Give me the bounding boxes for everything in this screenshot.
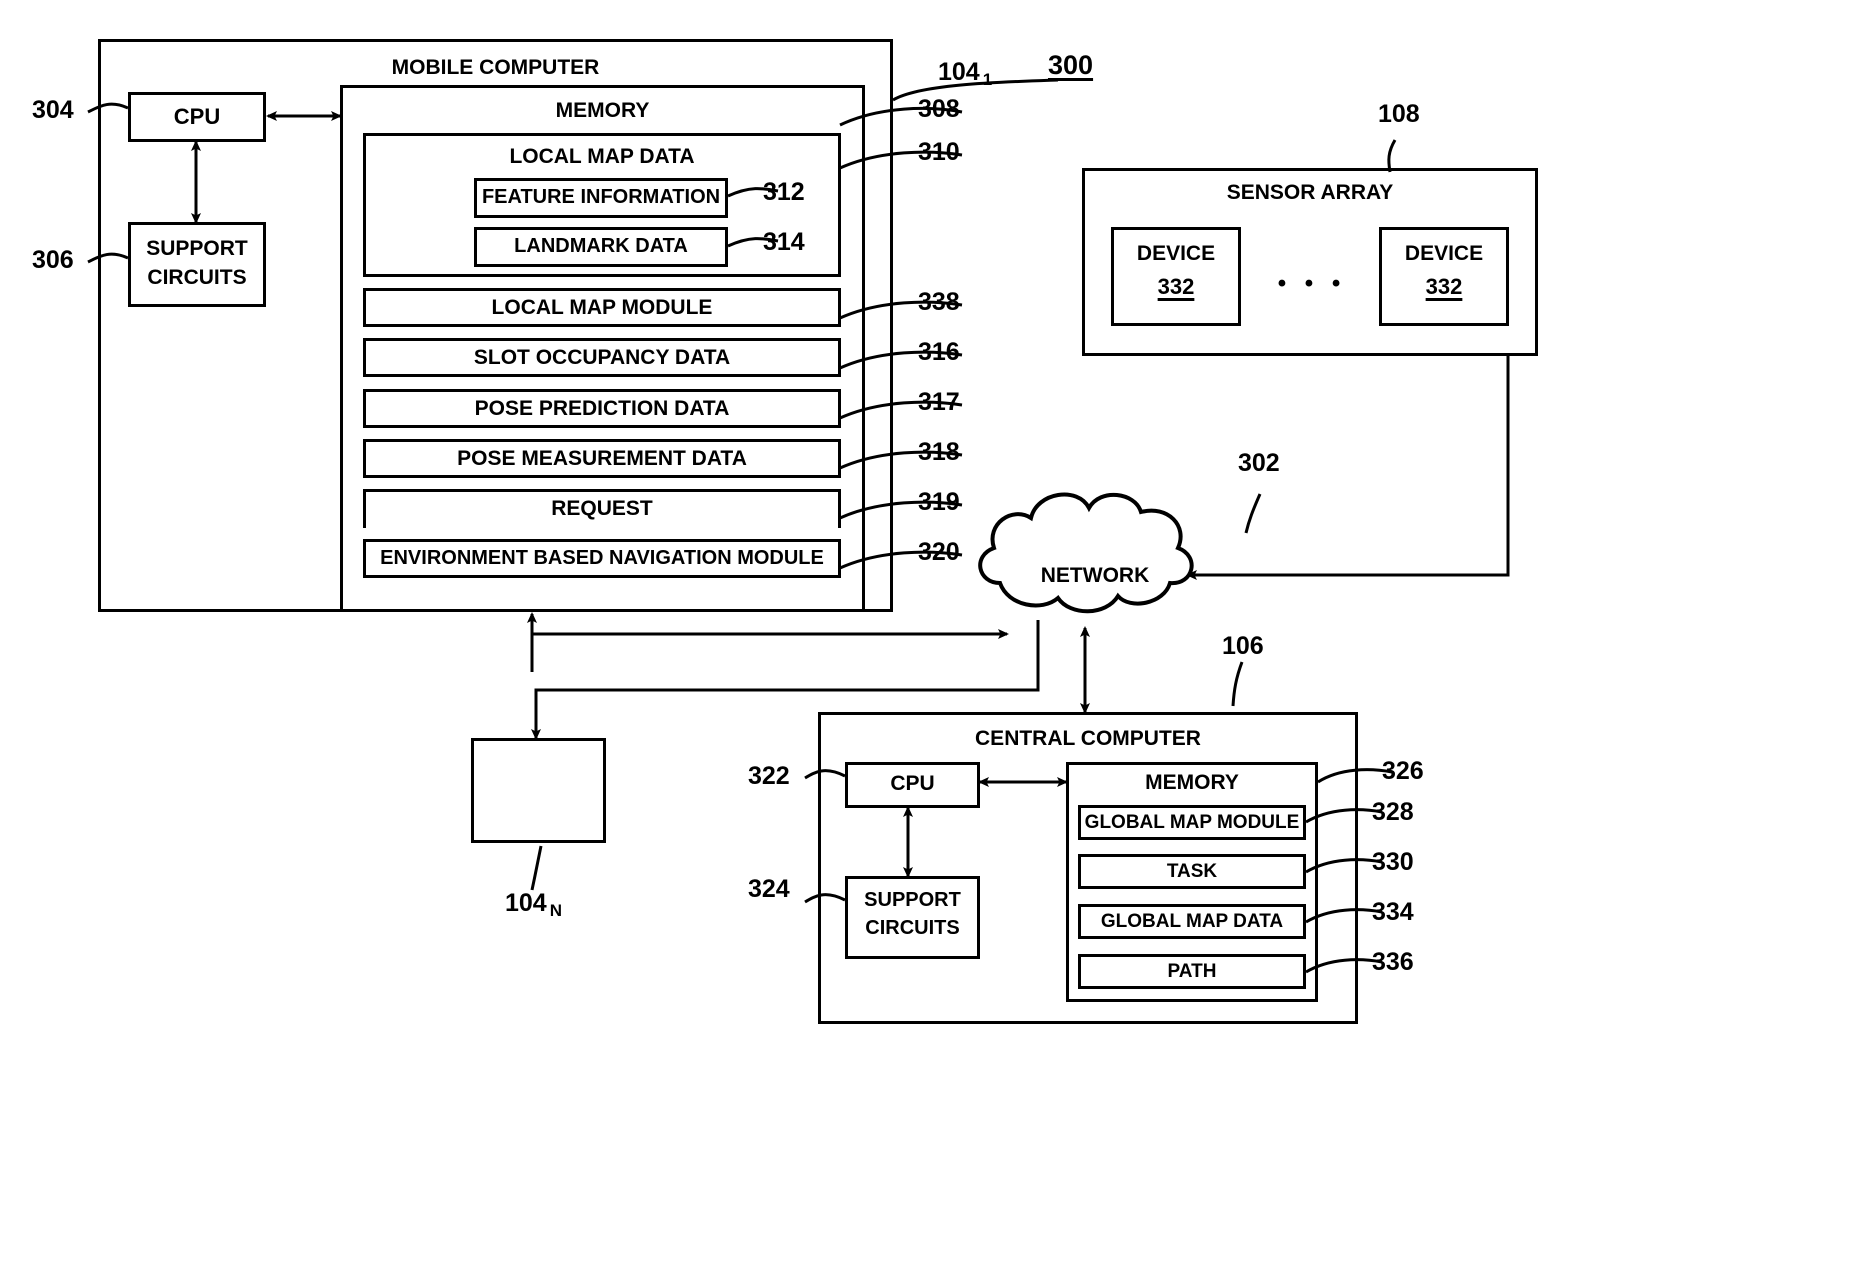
ref-106: 106 xyxy=(1222,632,1264,660)
mobile-slot-occupancy-data-label: SLOT OCCUPANCY DATA xyxy=(473,346,731,369)
central-support-circuits-line2: CIRCUITS xyxy=(865,917,960,939)
central-cpu-label: CPU xyxy=(890,772,935,795)
mobile-environment-nav-module-label: ENVIRONMENT BASED NAVIGATION MODULE xyxy=(380,547,824,569)
mobile-support-circuits-box[interactable] xyxy=(128,222,266,307)
mobile-pose-prediction-data-label: POSE PREDICTION DATA xyxy=(474,397,730,420)
ref-104-N-sub: N xyxy=(549,901,562,920)
central-task-label: TASK xyxy=(1166,861,1218,882)
ref-317: 317 xyxy=(918,388,960,416)
ref-104-1: 104 1 xyxy=(938,58,993,89)
sensor-device-label-1: DEVICE xyxy=(1136,242,1216,265)
figure-number: 300 xyxy=(1048,50,1094,80)
mobile-request-label: REQUEST xyxy=(551,497,653,520)
sensor-array-title: SENSOR ARRAY xyxy=(1226,181,1394,204)
sensor-device-ellipsis: • • • xyxy=(1277,270,1347,297)
mobile-computer-title: MOBILE COMPUTER xyxy=(391,56,600,79)
ref-306: 306 xyxy=(32,246,74,274)
ref-324: 324 xyxy=(748,875,790,903)
ref-318: 318 xyxy=(918,438,960,466)
central-path-label: PATH xyxy=(1167,961,1217,982)
mobile-feature-information-label: FEATURE INFORMATION xyxy=(481,186,721,208)
sensor-device-ref-1: 332 xyxy=(1157,274,1195,299)
mobile-local-map-module-label: LOCAL MAP MODULE xyxy=(491,296,713,319)
central-support-circuits-line1: SUPPORT xyxy=(864,889,961,911)
ref-308: 308 xyxy=(918,95,960,123)
ref-104-N-num: 104 xyxy=(505,889,547,917)
ref-322: 322 xyxy=(748,762,790,790)
ref-334: 334 xyxy=(1372,898,1414,926)
ref-302: 302 xyxy=(1238,449,1280,477)
mobile-support-circuits-line1: SUPPORT xyxy=(146,237,248,260)
ref-320: 320 xyxy=(918,538,960,566)
ref-319: 319 xyxy=(918,488,960,516)
patent-figure-300: MOBILE COMPUTER CPU SUPPORT CIRCUITS MEM… xyxy=(0,0,1875,1262)
central-global-map-module-label: GLOBAL MAP MODULE xyxy=(1084,812,1300,833)
sensor-device-label-2: DEVICE xyxy=(1404,242,1484,265)
mobile-computer-n-box[interactable] xyxy=(471,738,606,843)
ref-316: 316 xyxy=(918,338,960,366)
network-label: NETWORK xyxy=(1040,564,1150,587)
mobile-landmark-data-label: LANDMARK DATA xyxy=(514,235,688,257)
mobile-pose-measurement-data-label: POSE MEASUREMENT DATA xyxy=(457,447,747,470)
ref-330: 330 xyxy=(1372,848,1414,876)
central-computer-title: CENTRAL COMPUTER xyxy=(975,727,1201,750)
central-global-map-data-label: GLOBAL MAP DATA xyxy=(1100,911,1284,932)
ref-312: 312 xyxy=(763,178,805,206)
ref-338: 338 xyxy=(918,288,960,316)
ref-328: 328 xyxy=(1372,798,1414,826)
ref-104-1-num: 104 xyxy=(938,58,980,86)
mobile-support-circuits-line2: CIRCUITS xyxy=(147,266,247,289)
ref-336: 336 xyxy=(1372,948,1414,976)
ref-314: 314 xyxy=(763,228,805,256)
ref-104-1-sub: 1 xyxy=(982,70,993,89)
mobile-memory-label: MEMORY xyxy=(555,99,650,122)
ref-108: 108 xyxy=(1378,100,1420,128)
central-memory-label: MEMORY xyxy=(1145,771,1239,794)
ref-304: 304 xyxy=(32,96,74,124)
ref-104-N: 104 N xyxy=(505,889,562,920)
sensor-device-ref-2: 332 xyxy=(1425,274,1463,299)
ref-326: 326 xyxy=(1382,757,1424,785)
mobile-local-map-data-label: LOCAL MAP DATA xyxy=(509,145,695,168)
ref-310: 310 xyxy=(918,138,960,166)
mobile-cpu-label: CPU xyxy=(173,104,221,129)
